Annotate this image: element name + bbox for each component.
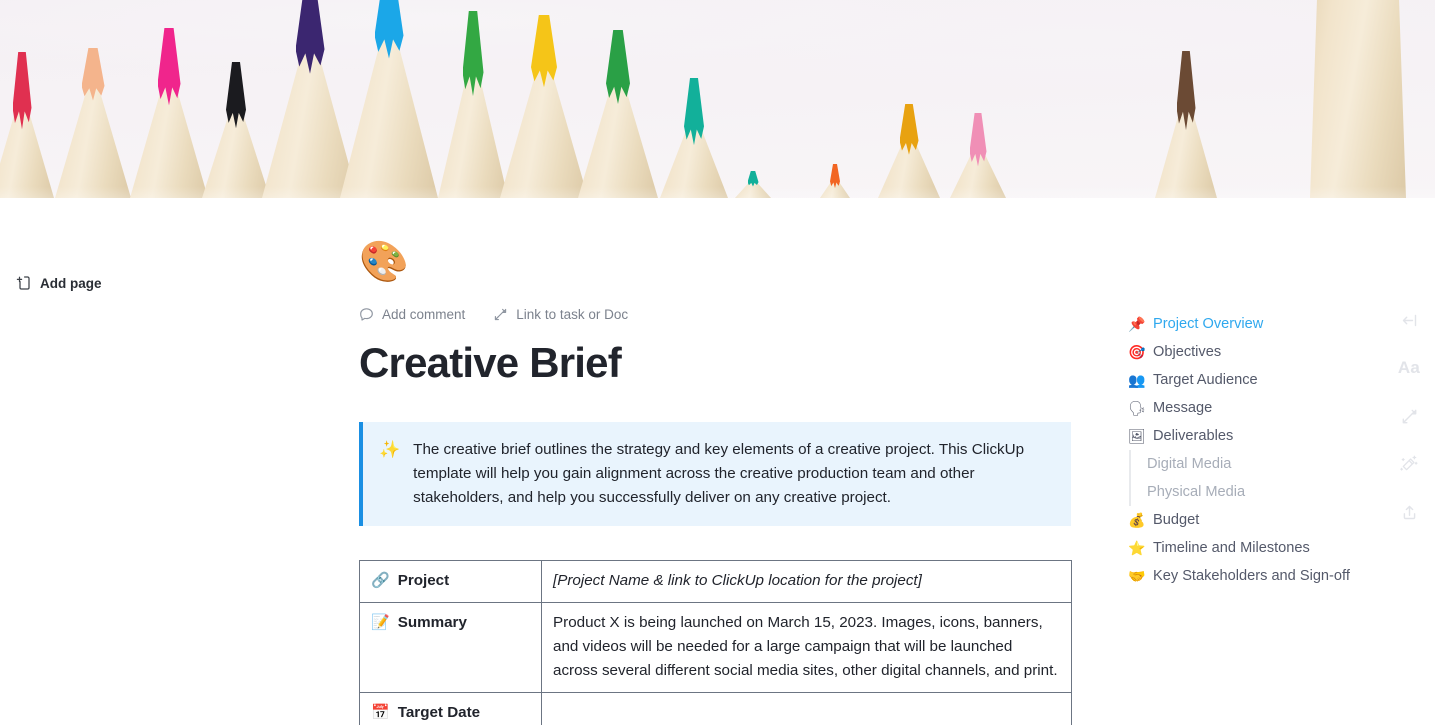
calendar-emoji: 📅: [371, 704, 390, 722]
table-cell-value[interactable]: Product X is being launched on March 15,…: [541, 602, 1072, 694]
star-emoji: ⭐: [1128, 540, 1146, 556]
handshake-emoji: 🤝: [1128, 568, 1146, 584]
left-rail: Add page: [0, 198, 340, 725]
right-tool-rail: Aa: [1383, 296, 1435, 536]
framed-picture-emoji: 🖼: [1128, 428, 1146, 444]
document-page: Add page 🎨 Add comment Link to task or D…: [0, 0, 1435, 725]
sparkles-emoji: ✨: [379, 440, 401, 460]
toc-item-objectives[interactable]: 🎯 Objectives: [1128, 338, 1378, 366]
table-cell-label[interactable]: 📝 Summary: [359, 602, 542, 694]
toc-item-deliverables[interactable]: 🖼 Deliverables: [1128, 422, 1378, 450]
table-cell-label-text: Target Date: [397, 704, 481, 722]
add-comment-button[interactable]: Add comment: [359, 307, 465, 322]
toc-item-label: Project Overview: [1153, 316, 1264, 332]
table-row: 📝 Summary Product X is being launched on M…: [359, 602, 1072, 694]
toc-subitem-digital-media[interactable]: Digital Media: [1129, 450, 1378, 478]
pushpin-emoji: 📌: [1128, 316, 1146, 332]
toc-item-key-stakeholders-and-sign-off[interactable]: 🤝 Key Stakeholders and Sign-off: [1128, 562, 1378, 590]
document-actions: Add comment Link to task or Doc: [359, 304, 1071, 324]
toc-item-label: Objectives: [1153, 344, 1222, 360]
document-body: 🎨 Add comment Link to task or Doc Creati…: [359, 198, 1072, 725]
toc-item-label: Budget: [1153, 512, 1200, 528]
table-cell-label[interactable]: 🔗 Project: [359, 560, 542, 604]
cover-photo[interactable]: [0, 0, 1435, 198]
toc-item-target-audience[interactable]: 👥 Target Audience: [1128, 366, 1378, 394]
table-cell-value[interactable]: [Project Name & link to ClickUp location…: [541, 560, 1072, 604]
busts-in-silhouette-emoji: 👥: [1128, 372, 1146, 388]
font-size-icon[interactable]: Aa: [1383, 344, 1435, 392]
table-cell-value[interactable]: [541, 692, 1072, 725]
money-bag-emoji: 💰: [1128, 512, 1146, 528]
toc-item-label: Timeline and Milestones: [1153, 540, 1310, 556]
toc-item-label: Deliverables: [1153, 428, 1234, 444]
add-comment-label: Add comment: [382, 306, 466, 322]
pencil-wood: [1310, 0, 1406, 198]
font-size-label: Aa: [1397, 358, 1421, 377]
table-row: 🔗 Project [Project Name & link to ClickUp …: [359, 560, 1072, 604]
table-cell-label-text: Project: [397, 572, 450, 590]
speaking-head-emoji: 🗣: [1128, 400, 1146, 416]
add-page-label: Add page: [40, 275, 102, 291]
artist-palette-emoji[interactable]: 🎨: [359, 242, 1071, 290]
toc-subitem-physical-media[interactable]: Physical Media: [1129, 478, 1378, 506]
direct-hit-emoji: 🎯: [1128, 344, 1146, 360]
creative-brief-table: 🔗 Project [Project Name & link to ClickUp …: [359, 560, 1072, 725]
toc-item-project-overview[interactable]: 📌 Project Overview: [1128, 310, 1378, 338]
table-cell-label-text: Summary: [397, 614, 467, 632]
toc-subitem-label: Digital Media: [1147, 456, 1232, 472]
toc-item-label: Message: [1153, 400, 1213, 416]
add-page-button[interactable]: Add page: [12, 271, 106, 295]
add-page-icon: [16, 275, 31, 291]
table-row: 📅 Target Date: [359, 692, 1072, 725]
toc-subitem-label: Physical Media: [1147, 484, 1246, 500]
magic-wand-ai-icon[interactable]: [1383, 440, 1435, 488]
page-title[interactable]: Creative Brief: [359, 340, 1071, 386]
info-callout[interactable]: ✨ The creative brief outlines the strate…: [359, 422, 1071, 527]
link-relationship-icon: [493, 307, 508, 322]
collapse-sidebar-icon[interactable]: [1383, 296, 1435, 344]
share-upload-icon[interactable]: [1383, 488, 1435, 536]
memo-emoji: 📝: [371, 614, 390, 632]
toc-item-message[interactable]: 🗣 Message: [1128, 394, 1378, 422]
toc-item-label: Target Audience: [1153, 372, 1258, 388]
table-cell-label[interactable]: 📅 Target Date: [359, 692, 542, 725]
info-callout-text: The creative brief outlines the strategy…: [413, 441, 1025, 507]
comment-icon: [359, 307, 374, 322]
table-of-contents: 📌 Project Overview 🎯 Objectives 👥 Target Audi…: [1128, 310, 1378, 590]
link-emoji: 🔗: [371, 572, 390, 590]
toc-item-label: Key Stakeholders and Sign-off: [1153, 568, 1350, 584]
toc-item-budget[interactable]: 💰 Budget: [1128, 506, 1378, 534]
toc-item-timeline-and-milestones[interactable]: ⭐ Timeline and Milestones: [1128, 534, 1378, 562]
relationships-icon[interactable]: [1383, 392, 1435, 440]
link-to-task-button[interactable]: Link to task or Doc: [493, 307, 628, 322]
link-to-task-label: Link to task or Doc: [516, 306, 629, 322]
cover-photo-fade: [0, 172, 1435, 198]
